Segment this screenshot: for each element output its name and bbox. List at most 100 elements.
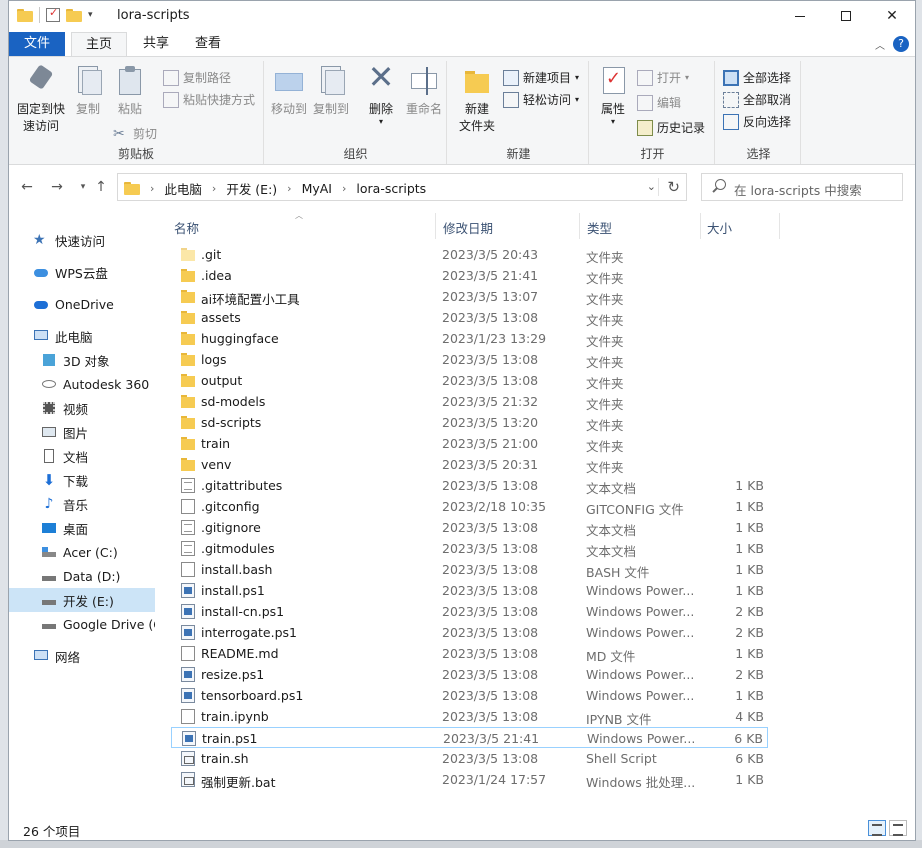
breadcrumb-this-pc[interactable]: 此电脑 (164, 179, 202, 198)
file-row[interactable]: venv 2023/3/5 20:31 文件夹 (171, 454, 768, 475)
file-row[interactable]: install-cn.ps1 2023/3/5 13:08 Windows Powe… (171, 601, 768, 622)
nav-drive-d[interactable]: Data (D:) (9, 564, 155, 588)
tab-home[interactable]: 主页 (71, 32, 128, 56)
forward-button[interactable]: → (47, 177, 67, 197)
nav-this-pc[interactable]: 此电脑 (9, 324, 155, 348)
delete-dropdown-icon[interactable]: ▾ (363, 118, 399, 126)
new-item-button[interactable]: 新建项目 ▾ (503, 69, 579, 86)
tab-share[interactable]: 共享 (129, 32, 183, 56)
file-row[interactable]: output 2023/3/5 13:08 文件夹 (171, 370, 768, 391)
paste-button[interactable]: 粘贴 (113, 65, 147, 118)
file-row[interactable]: .idea 2023/3/5 21:41 文件夹 (171, 265, 768, 286)
address-history-dropdown-icon[interactable]: ⌄ (647, 180, 656, 193)
tab-view[interactable]: 查看 (181, 32, 235, 56)
move-to-button[interactable]: 移动到 (269, 65, 309, 118)
file-row[interactable]: sd-scripts 2023/3/5 13:20 文件夹 (171, 412, 768, 433)
minimize-button[interactable] (777, 1, 823, 31)
title-bar[interactable]: ▾ lora-scripts ✕ (9, 1, 915, 32)
nav-wps-cloud[interactable]: WPS云盘 (9, 260, 155, 284)
file-row[interactable]: .gitmodules 2023/3/5 13:08 文本文档 1 KB (171, 538, 768, 559)
breadcrumb-drive-e[interactable]: 开发 (E:) (226, 179, 277, 198)
edit-button[interactable]: 编辑 (637, 94, 681, 111)
file-row[interactable]: install.bash 2023/3/5 13:08 BASH 文件 1 KB (171, 559, 768, 580)
cut-button[interactable]: ✂ 剪切 (113, 125, 157, 142)
up-button[interactable]: ↑ (91, 177, 111, 197)
properties-quick-icon[interactable] (46, 6, 60, 22)
nav-quick-access[interactable]: ★ 快速访问 (9, 228, 155, 252)
nav-desktop[interactable]: 桌面 (9, 516, 155, 540)
copy-path-button[interactable]: 复制路径 (163, 69, 231, 86)
delete-button[interactable]: ✕ 删除 ▾ (363, 61, 399, 126)
invert-selection-button[interactable]: 反向选择 (723, 113, 791, 130)
powershell-file-icon (181, 625, 195, 640)
easy-access-button[interactable]: 轻松访问 ▾ (503, 91, 579, 108)
file-row[interactable]: .gitattributes 2023/3/5 13:08 文本文档 1 KB (171, 475, 768, 496)
address-bar[interactable]: › 此电脑 › 开发 (E:) › MyAI › lora-scripts ⌄ … (117, 173, 687, 201)
help-icon[interactable]: ? (893, 36, 909, 52)
nav-autodesk-360[interactable]: Autodesk 360 (9, 372, 155, 396)
file-type: Windows Power... (586, 667, 695, 682)
back-button[interactable]: ← (17, 177, 37, 197)
customize-toolbar-dropdown-icon[interactable]: ▾ (88, 10, 93, 20)
history-button[interactable]: 历史记录 (637, 119, 705, 136)
pin-quick-access-button[interactable]: 固定到快 速访问 (15, 64, 67, 135)
nav-network[interactable]: 网络 (9, 644, 155, 668)
file-row[interactable]: sd-models 2023/3/5 21:32 文件夹 (171, 391, 768, 412)
nav-documents[interactable]: 文档 (9, 444, 155, 468)
column-header-type[interactable]: 类型 (587, 218, 612, 237)
recent-locations-button[interactable]: ▾ (73, 177, 93, 197)
select-none-button[interactable]: 全部取消 (723, 91, 791, 108)
tab-file[interactable]: 文件 (9, 32, 65, 56)
file-row[interactable]: train.sh 2023/3/5 13:08 Shell Script 6 KB (171, 748, 768, 769)
select-all-button[interactable]: 全部选择 (723, 69, 791, 86)
nav-3d-objects[interactable]: 3D 对象 (9, 348, 155, 372)
file-date: 2023/3/5 13:08 (442, 625, 539, 640)
file-row[interactable]: train.ps1 2023/3/5 21:41 Windows Power... 6… (171, 727, 768, 748)
collapse-ribbon-icon[interactable]: ︿ (875, 37, 885, 52)
desktop-background-left (0, 0, 8, 848)
file-row[interactable]: ai环境配置小工具 2023/3/5 13:07 文件夹 (171, 286, 768, 307)
copy-to-button[interactable]: 复制到 (311, 65, 351, 118)
nav-music[interactable]: ♪ 音乐 (9, 492, 155, 516)
file-row[interactable]: logs 2023/3/5 13:08 文件夹 (171, 349, 768, 370)
file-row[interactable]: resize.ps1 2023/3/5 13:08 Windows Power...… (171, 664, 768, 685)
file-row[interactable]: .gitignore 2023/3/5 13:08 文本文档 1 KB (171, 517, 768, 538)
nav-videos[interactable]: 视频 (9, 396, 155, 420)
file-row[interactable]: install.ps1 2023/3/5 13:08 Windows Power..… (171, 580, 768, 601)
nav-downloads[interactable]: ⬇ 下载 (9, 468, 155, 492)
new-folder-button[interactable]: 新建 文件夹 (455, 65, 499, 135)
nav-drive-g[interactable]: Google Drive (G (9, 612, 155, 636)
file-row[interactable]: huggingface 2023/1/23 13:29 文件夹 (171, 328, 768, 349)
column-header-size[interactable]: 大小 (707, 218, 732, 237)
open-button[interactable]: 打开 ▾ (637, 69, 689, 86)
copy-button[interactable]: 复制 (71, 65, 105, 118)
large-icons-view-button[interactable] (889, 820, 907, 836)
file-row[interactable]: 强制更新.bat 2023/1/24 17:57 Windows 批处理... 1 K… (171, 769, 768, 790)
search-input[interactable]: 在 lora-scripts 中搜索 (701, 173, 903, 201)
file-row[interactable]: tensorboard.ps1 2023/3/5 13:08 Windows Pow… (171, 685, 768, 706)
refresh-icon[interactable]: ↻ (658, 178, 680, 196)
nav-pictures[interactable]: 图片 (9, 420, 155, 444)
file-row[interactable]: README.md 2023/3/5 13:08 MD 文件 1 KB (171, 643, 768, 664)
file-row[interactable]: .gitconfig 2023/2/18 10:35 GITCONFIG 文件 1 K… (171, 496, 768, 517)
file-row[interactable]: train.ipynb 2023/3/5 13:08 IPYNB 文件 4 KB (171, 706, 768, 727)
maximize-button[interactable] (823, 1, 869, 31)
details-view-button[interactable] (868, 820, 886, 836)
rename-button[interactable]: 重命名 (403, 65, 445, 118)
column-header-date[interactable]: 修改日期 (443, 218, 493, 237)
breadcrumb-myai[interactable]: MyAI (302, 181, 332, 196)
new-folder-quick-icon[interactable] (66, 8, 82, 22)
file-row[interactable]: .git 2023/3/5 20:43 文件夹 (171, 244, 768, 265)
paste-shortcut-button[interactable]: 粘贴快捷方式 (163, 91, 255, 108)
nav-onedrive[interactable]: OneDrive (9, 292, 155, 316)
properties-dropdown-icon[interactable]: ▾ (595, 118, 631, 126)
file-row[interactable]: assets 2023/3/5 13:08 文件夹 (171, 307, 768, 328)
nav-drive-e[interactable]: 开发 (E:) (9, 588, 155, 612)
column-header-name[interactable]: 名称 (174, 218, 199, 237)
properties-button[interactable]: ✓ 属性 ▾ (595, 65, 631, 126)
file-row[interactable]: train 2023/3/5 21:00 文件夹 (171, 433, 768, 454)
nav-drive-c[interactable]: Acer (C:) (9, 540, 155, 564)
file-row[interactable]: interrogate.ps1 2023/3/5 13:08 Windows Pow… (171, 622, 768, 643)
breadcrumb-lora-scripts[interactable]: lora-scripts (356, 181, 426, 196)
close-button[interactable]: ✕ (869, 1, 915, 31)
